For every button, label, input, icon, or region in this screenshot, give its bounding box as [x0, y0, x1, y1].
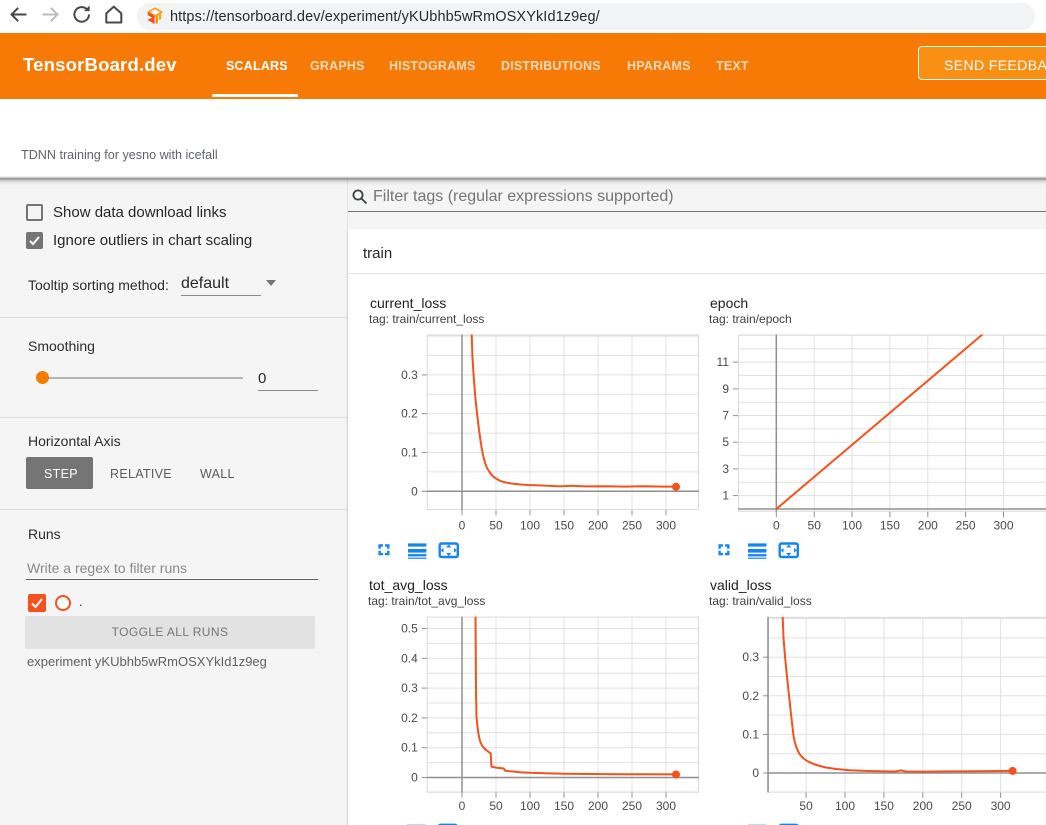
svg-text:1: 1: [722, 489, 729, 503]
svg-text:0.1: 0.1: [401, 741, 418, 755]
svg-text:50: 50: [489, 518, 503, 532]
svg-text:0: 0: [459, 518, 466, 532]
svg-text:0.3: 0.3: [401, 681, 418, 695]
svg-text:50: 50: [808, 518, 822, 532]
svg-text:250: 250: [956, 518, 976, 532]
svg-text:100: 100: [842, 518, 862, 532]
svg-text:0.2: 0.2: [401, 407, 418, 421]
svg-text:current_loss: current_loss: [370, 295, 446, 311]
svg-text:150: 150: [554, 799, 574, 813]
svg-text:300: 300: [656, 518, 676, 532]
svg-text:tag: train/tot_avg_loss: tag: train/tot_avg_loss: [368, 594, 485, 608]
svg-text:0: 0: [411, 484, 418, 498]
svg-text:150: 150: [874, 799, 894, 813]
svg-text:9: 9: [722, 382, 729, 396]
svg-text:300: 300: [993, 518, 1013, 532]
svg-text:0.2: 0.2: [401, 711, 418, 725]
svg-text:0.3: 0.3: [742, 650, 759, 664]
svg-text:200: 200: [913, 799, 933, 813]
svg-text:0: 0: [752, 766, 759, 780]
svg-text:200: 200: [588, 799, 608, 813]
svg-text:0: 0: [773, 518, 780, 532]
svg-text:300: 300: [991, 799, 1011, 813]
svg-text:5: 5: [722, 435, 729, 449]
svg-text:50: 50: [799, 799, 813, 813]
svg-text:250: 250: [622, 799, 642, 813]
svg-text:150: 150: [880, 518, 900, 532]
svg-text:tag: train/current_loss: tag: train/current_loss: [369, 312, 484, 326]
svg-text:epoch: epoch: [710, 295, 748, 311]
svg-text:100: 100: [520, 799, 540, 813]
svg-text:100: 100: [835, 799, 855, 813]
svg-text:200: 200: [588, 518, 608, 532]
svg-text:0.4: 0.4: [401, 651, 418, 665]
svg-text:tag: train/valid_loss: tag: train/valid_loss: [709, 594, 812, 608]
svg-text:3: 3: [722, 462, 729, 476]
svg-text:200: 200: [918, 518, 938, 532]
svg-text:50: 50: [489, 799, 503, 813]
svg-text:11: 11: [717, 355, 730, 369]
svg-text:valid_loss: valid_loss: [710, 577, 771, 593]
svg-text:0.1: 0.1: [742, 727, 759, 741]
svg-text:0.2: 0.2: [742, 689, 759, 703]
svg-text:tot_avg_loss: tot_avg_loss: [369, 577, 448, 593]
svg-text:0.5: 0.5: [401, 622, 418, 636]
svg-text:0: 0: [459, 799, 466, 813]
svg-text:300: 300: [656, 799, 676, 813]
svg-text:tag: train/epoch: tag: train/epoch: [709, 312, 792, 326]
svg-text:250: 250: [622, 518, 642, 532]
svg-text:0: 0: [411, 771, 418, 785]
svg-text:0.1: 0.1: [401, 446, 418, 460]
svg-text:7: 7: [722, 409, 729, 423]
svg-text:150: 150: [554, 518, 574, 532]
svg-text:250: 250: [952, 799, 972, 813]
svg-text:100: 100: [520, 518, 540, 532]
svg-text:0.3: 0.3: [401, 368, 418, 382]
